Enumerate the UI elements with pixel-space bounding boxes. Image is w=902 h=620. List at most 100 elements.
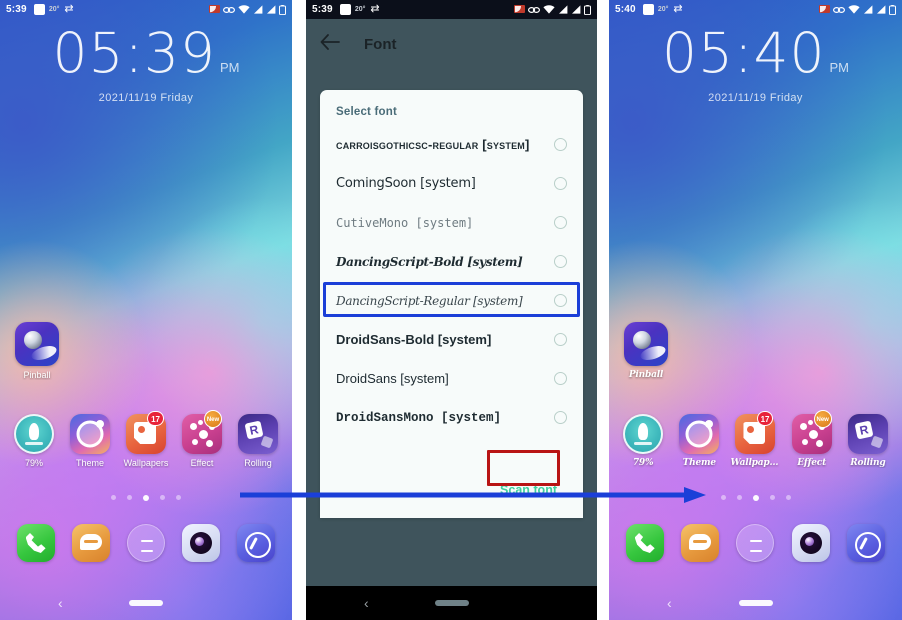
font-list-item[interactable]: DroidSans-Bold [system] <box>320 320 583 359</box>
page-dot[interactable] <box>160 495 165 500</box>
font-radio-button[interactable] <box>554 255 567 268</box>
font-radio-button[interactable] <box>554 411 567 424</box>
font-radio-button[interactable] <box>554 372 567 385</box>
back-chevron-icon[interactable]: ‹ <box>667 596 672 610</box>
font-name-label: CarroisGothicSC-Regular [system] <box>336 137 530 152</box>
font-list-item[interactable]: CarroisGothicSC-Regular [system] <box>320 125 583 164</box>
home-pill-handle[interactable] <box>434 600 469 606</box>
wifi-icon <box>848 5 860 14</box>
wallpapers-icon: 17 <box>126 411 166 454</box>
font-name-label: DroidSansMono [system] <box>336 410 502 425</box>
page-dot[interactable] <box>111 495 116 500</box>
back-chevron-icon[interactable]: ‹ <box>58 596 63 610</box>
signal-2-icon <box>267 5 276 14</box>
phone-icon[interactable] <box>625 524 664 562</box>
desktop-app-pinball[interactable]: Pinball <box>623 322 669 380</box>
pinball-icon <box>624 322 668 366</box>
lock-clock: 05:40 PM 2021/11/19 Friday <box>609 21 902 105</box>
navigation-bar: ‹ <box>0 586 292 620</box>
screenshot-stage: 5:39 20° ⇄ 05:39 PM 2021/11/19 Friday Pin… <box>0 0 902 620</box>
page-dot[interactable] <box>736 495 742 500</box>
cast-icon <box>514 4 525 13</box>
app-drawer-icon[interactable] <box>126 524 165 562</box>
phone-screen-home-before: 5:39 20° ⇄ 05:39 PM 2021/11/19 Friday Pin… <box>0 0 292 620</box>
app-label: 79% <box>24 458 43 468</box>
sync-icon: ⇄ <box>370 3 380 15</box>
cast-icon <box>819 4 830 13</box>
clock-time: 05:40 <box>661 21 826 85</box>
app-theme[interactable]: Theme <box>674 414 724 468</box>
app-label: Rolling <box>850 458 886 468</box>
home-pill-handle[interactable] <box>129 600 163 606</box>
phone-icon[interactable] <box>16 524 55 562</box>
app-effect[interactable]: New Effect <box>177 410 227 468</box>
status-bar: 5:39 20° ⇄ <box>306 0 597 19</box>
new-badge: New <box>813 410 832 428</box>
app-wallpapers[interactable]: 17 Wallpapers <box>730 411 780 468</box>
app-booster[interactable]: 79% <box>618 414 668 468</box>
app-label: Effect <box>797 458 827 468</box>
card-actions: Scan font <box>490 476 567 504</box>
page-dot[interactable] <box>127 495 132 500</box>
font-radio-button[interactable] <box>554 138 567 151</box>
wifi-icon <box>238 5 250 14</box>
font-radio-button[interactable] <box>554 216 567 229</box>
battery-icon <box>584 4 591 15</box>
status-bar-time: 5:39 <box>6 4 27 15</box>
status-bar-temperature: 20° <box>354 6 366 13</box>
browser-icon[interactable] <box>847 524 886 562</box>
font-list-item[interactable]: DroidSans [system] <box>320 359 583 398</box>
page-dot[interactable] <box>176 495 181 500</box>
page-dot-active[interactable] <box>143 495 149 501</box>
page-dot[interactable] <box>769 495 775 500</box>
app-booster[interactable]: 79% <box>9 414 59 468</box>
desktop-app-pinball[interactable]: Pinball <box>14 322 60 380</box>
page-dot[interactable] <box>720 495 726 500</box>
rocket-booster-icon <box>623 414 664 454</box>
font-list-item[interactable]: CutiveMono [system] <box>320 203 583 242</box>
font-radio-button[interactable] <box>554 333 567 346</box>
scan-font-button[interactable]: Scan font <box>490 476 567 504</box>
phone-screen-home-after: 5:40 20° ⇄ 05:40 PM 2021/11/19 Friday Pin… <box>609 0 902 620</box>
signal-1-icon <box>254 5 263 14</box>
app-effect[interactable]: New Effect <box>787 410 837 468</box>
font-list-item[interactable]: DroidSansMono [system] <box>320 398 583 437</box>
font-list-item-highlighted[interactable]: DancingScript-Regular [system] <box>320 281 583 320</box>
app-label: Theme <box>75 458 104 468</box>
notification-square-icon <box>33 4 45 15</box>
camera-icon[interactable] <box>182 524 221 562</box>
status-bar-icons <box>819 4 896 15</box>
app-theme[interactable]: Theme <box>65 414 115 468</box>
back-chevron-icon[interactable]: ‹ <box>364 596 369 610</box>
lock-clock: 05:39 PM 2021/11/19 Friday <box>0 26 292 105</box>
font-radio-button[interactable] <box>554 177 567 190</box>
camera-icon[interactable] <box>791 524 830 562</box>
font-name-label: CutiveMono [system] <box>336 215 474 230</box>
page-dot-active[interactable] <box>752 495 759 501</box>
messages-icon[interactable] <box>71 524 110 562</box>
link-icon <box>528 6 540 13</box>
new-badge: New <box>204 410 222 428</box>
app-rolling[interactable]: Rolling <box>843 414 893 468</box>
cast-icon <box>209 4 220 13</box>
app-rolling[interactable]: Rolling <box>233 414 283 468</box>
card-title: Select font <box>336 106 397 118</box>
app-wallpapers[interactable]: 17 Wallpapers <box>121 411 171 468</box>
page-indicator <box>609 495 902 501</box>
sync-icon: ⇄ <box>64 3 74 15</box>
home-app-row: 79% Theme 17 Wallpapers New Effect R Rol… <box>609 410 902 468</box>
app-label: Rolling <box>244 458 272 468</box>
select-font-card: Select font CarroisGothicSC-Regular [sys… <box>320 90 583 518</box>
status-bar-temperature: 20° <box>657 6 669 13</box>
font-list-item[interactable]: ComingSoon [system] <box>320 164 583 203</box>
home-pill-handle[interactable] <box>738 600 773 606</box>
font-radio-button[interactable] <box>554 294 567 307</box>
back-arrow-icon[interactable] <box>320 34 340 54</box>
messages-icon[interactable] <box>681 524 720 562</box>
browser-icon[interactable] <box>237 524 276 562</box>
status-bar-time: 5:40 <box>615 4 636 15</box>
page-dot[interactable] <box>785 495 791 500</box>
app-bar: Font <box>306 19 597 69</box>
app-drawer-icon[interactable] <box>736 524 775 562</box>
font-list-item[interactable]: DancingScript-Bold [system] <box>320 242 583 281</box>
